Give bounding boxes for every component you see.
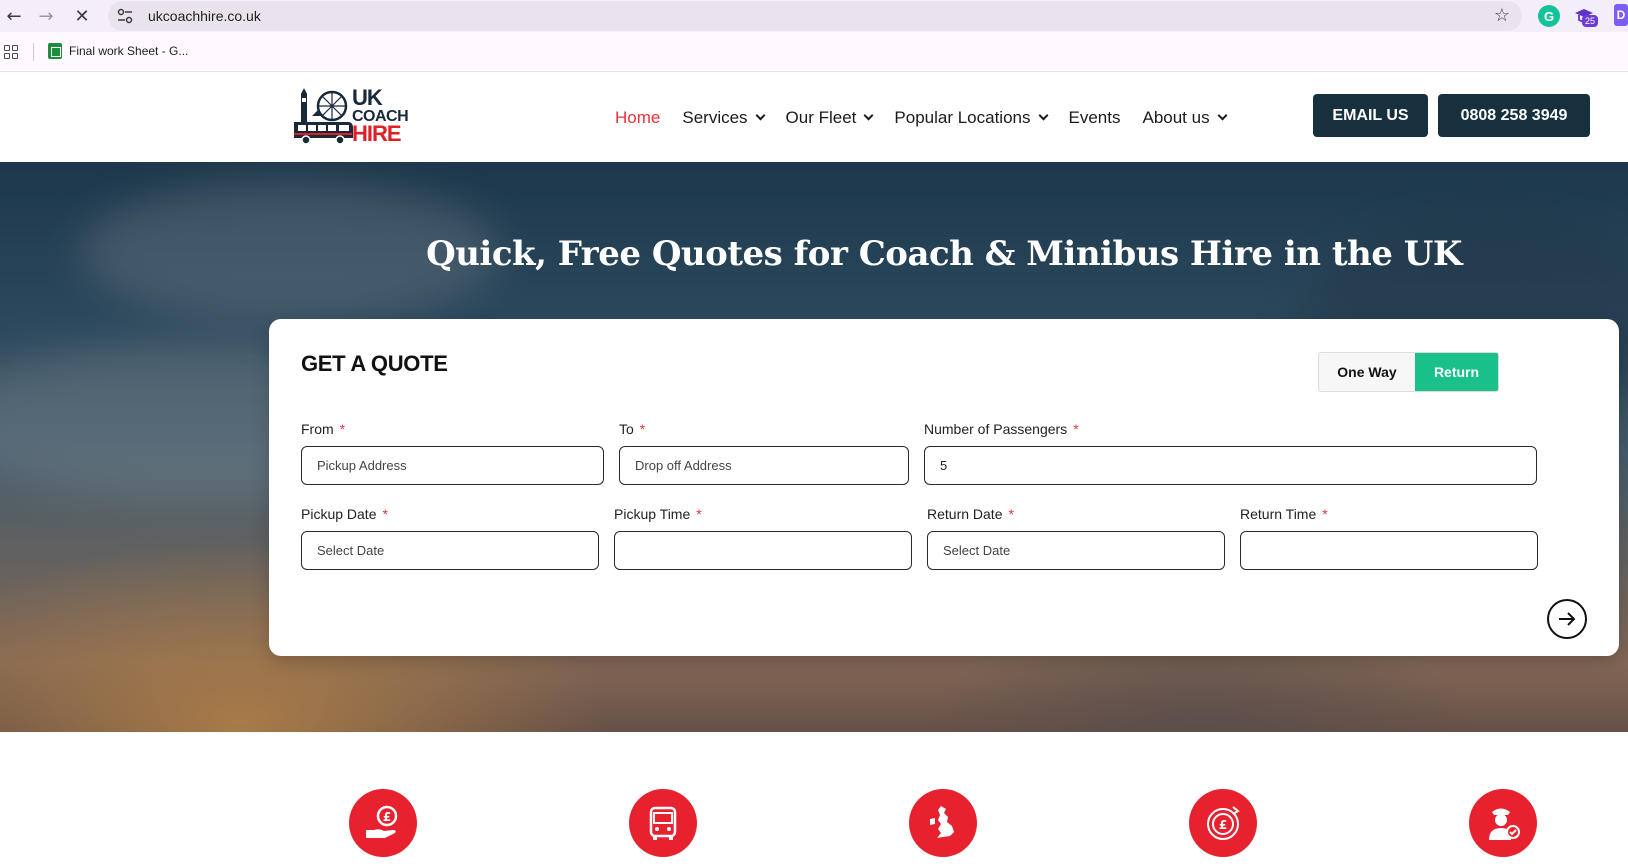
- pickup-time-input[interactable]: [614, 531, 912, 570]
- nav-about-us[interactable]: About us: [1142, 108, 1228, 128]
- nav-services[interactable]: Services: [682, 108, 765, 128]
- to-label: To *: [619, 421, 645, 437]
- site-header: UK COACH HIRE Home Services Our Fleet Po…: [0, 73, 1628, 162]
- pickup-date-input[interactable]: [301, 531, 599, 570]
- return-date-label-text: Return Date: [927, 506, 1003, 522]
- quote-title: GET A QUOTE: [301, 351, 448, 376]
- nav-popular-locations[interactable]: Popular Locations: [894, 108, 1048, 128]
- bookmark-separator: [33, 43, 34, 61]
- coach-skyline-icon: [294, 88, 353, 145]
- nav-events-label: Events: [1068, 108, 1121, 127]
- back-arrow-icon[interactable]: ←: [2, 4, 26, 28]
- chevron-down-icon: [863, 110, 874, 121]
- forward-arrow-icon[interactable]: →: [34, 4, 58, 28]
- stop-loading-icon[interactable]: ✕: [70, 4, 94, 28]
- return-time-label-text: Return Time: [1240, 506, 1317, 522]
- uk-map-icon: [909, 789, 977, 857]
- return-date-input[interactable]: [927, 531, 1225, 570]
- logo-wordmark: UK COACH HIRE: [352, 85, 409, 147]
- grammarly-icon[interactable]: G: [1538, 5, 1560, 27]
- required-marker: *: [639, 421, 646, 437]
- required-marker: *: [339, 421, 346, 437]
- passengers-label-text: Number of Passengers: [924, 421, 1068, 437]
- to-input[interactable]: [619, 446, 909, 485]
- url-text[interactable]: ukcoachhire.co.uk: [148, 8, 261, 24]
- submit-quote-button[interactable]: [1547, 599, 1587, 639]
- arrow-right-icon: [1559, 612, 1576, 626]
- nav-about-us-label: About us: [1142, 108, 1210, 127]
- address-bar[interactable]: ukcoachhire.co.uk ☆: [108, 1, 1522, 31]
- chevron-down-icon: [1038, 110, 1048, 121]
- email-us-button[interactable]: EMAIL US: [1313, 94, 1428, 137]
- required-marker: *: [382, 506, 388, 522]
- logo-hire: HIRE: [352, 121, 402, 147]
- required-marker: *: [696, 506, 702, 522]
- main-navigation: Home Services Our Fleet Popular Location…: [615, 108, 1248, 128]
- required-marker: *: [1322, 506, 1328, 522]
- bookmark-star-icon[interactable]: ☆: [1494, 5, 1510, 26]
- to-label-text: To: [619, 421, 634, 437]
- chevron-down-icon: [755, 110, 765, 121]
- nav-home[interactable]: Home: [615, 108, 660, 128]
- phone-button[interactable]: 0808 258 3949: [1438, 94, 1590, 137]
- nav-our-fleet-label: Our Fleet: [785, 108, 857, 127]
- return-date-label: Return Date *: [927, 506, 1014, 522]
- svg-text:£: £: [383, 810, 391, 824]
- from-label: From *: [301, 421, 345, 437]
- passengers-label: Number of Passengers *: [924, 421, 1079, 437]
- driver-check-icon: [1469, 789, 1537, 857]
- nav-services-label: Services: [682, 108, 748, 127]
- chevron-down-icon: [1217, 110, 1228, 121]
- bookmark-label: Final work Sheet - G...: [69, 44, 189, 58]
- bookmarks-bar: Final work Sheet - G...: [0, 32, 1628, 72]
- nav-home-label: Home: [615, 108, 661, 127]
- nav-our-fleet[interactable]: Our Fleet: [785, 108, 874, 128]
- one-way-button[interactable]: One Way: [1319, 353, 1415, 391]
- features-row: £ £: [0, 732, 1628, 868]
- sheets-icon: [48, 43, 62, 59]
- uk-coach-hire-logo[interactable]: UK COACH HIRE: [292, 85, 414, 148]
- pound-target-icon: £: [1189, 789, 1257, 857]
- pound-hand-icon: £: [349, 789, 417, 857]
- return-time-input[interactable]: [1240, 531, 1538, 570]
- browser-toolbar: ← → ✕ ukcoachhire.co.uk ☆ G 25 D: [0, 0, 1628, 32]
- nav-events[interactable]: Events: [1069, 108, 1121, 128]
- hero-banner: Quick, Free Quotes for Coach & Minibus H…: [0, 162, 1628, 732]
- from-label-text: From: [301, 421, 334, 437]
- d-extension-icon[interactable]: D: [1614, 4, 1628, 26]
- hero-title: Quick, Free Quotes for Coach & Minibus H…: [426, 234, 1462, 274]
- required-marker: *: [1008, 506, 1014, 522]
- trip-type-toggle: One Way Return: [1318, 352, 1499, 392]
- from-input[interactable]: [301, 446, 604, 485]
- site-settings-icon[interactable]: [116, 7, 134, 25]
- required-marker: *: [1073, 421, 1079, 437]
- bookmark-final-work-sheet[interactable]: Final work Sheet - G...: [48, 43, 188, 59]
- quote-form-card: GET A QUOTE One Way Return From * To * Num…: [269, 319, 1619, 656]
- pickup-time-label-text: Pickup Time: [614, 506, 691, 522]
- return-time-label: Return Time *: [1240, 506, 1328, 522]
- passengers-input[interactable]: [924, 446, 1537, 485]
- return-button[interactable]: Return: [1415, 353, 1498, 391]
- apps-grid-icon[interactable]: [4, 45, 18, 59]
- svg-text:£: £: [1219, 818, 1227, 832]
- nav-popular-locations-label: Popular Locations: [894, 108, 1031, 127]
- extension-badge: 25: [1582, 15, 1599, 27]
- logo-uk: UK: [352, 85, 383, 110]
- pickup-date-label: Pickup Date *: [301, 506, 388, 522]
- pickup-date-label-text: Pickup Date: [301, 506, 377, 522]
- pickup-time-label: Pickup Time *: [614, 506, 702, 522]
- bus-front-icon: [629, 789, 697, 857]
